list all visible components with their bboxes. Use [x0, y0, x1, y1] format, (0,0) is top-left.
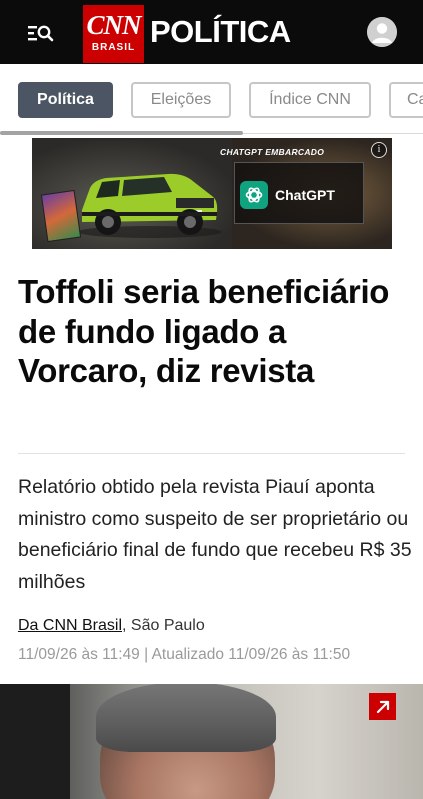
expand-photo-button[interactable]: [369, 693, 396, 720]
menu-search-button[interactable]: [28, 20, 62, 46]
car-image: [78, 173, 222, 238]
section-tabs: Política Eleições Índice CNN Ca: [0, 64, 423, 136]
user-avatar-button[interactable]: [367, 17, 397, 47]
article-dateline: 11/09/26 às 11:49 | Atualizado 11/09/26 …: [18, 646, 351, 663]
tab-indice-cnn[interactable]: Índice CNN: [249, 82, 371, 118]
tab-eleicoes[interactable]: Eleições: [131, 82, 231, 118]
ad-info-icon[interactable]: i: [371, 142, 387, 158]
tab-politica[interactable]: Política: [18, 82, 113, 118]
article-headline: Toffoli seria beneficiário de fundo liga…: [18, 273, 390, 389]
ad-tagline: CHATGPT EMBARCADO: [220, 147, 325, 157]
section-title[interactable]: POLÍTICA: [150, 12, 291, 52]
byline-location: , São Paulo: [122, 617, 205, 634]
expand-arrow-icon: [376, 700, 389, 713]
logo-main-text: CNN: [86, 10, 141, 40]
headline-divider: [18, 453, 405, 454]
article-summary: Relatório obtido pela revista Piauí apon…: [18, 476, 412, 593]
book-image: [40, 189, 82, 243]
user-icon: [367, 17, 397, 47]
chatgpt-cta-button[interactable]: ChatGPT: [240, 178, 358, 212]
menu-search-icon: [28, 25, 54, 42]
chatgpt-logo-icon: [240, 181, 268, 209]
tabs-scroll-indicator[interactable]: [0, 131, 243, 135]
logo-sub-text: BRASIL: [91, 42, 136, 53]
top-header: CNN BRASIL POLÍTICA: [0, 0, 423, 64]
chatgpt-label: ChatGPT: [275, 187, 335, 203]
byline-source-link[interactable]: Da CNN Brasil: [18, 617, 122, 634]
cnn-brasil-logo[interactable]: CNN BRASIL: [83, 5, 144, 63]
article-byline: Da CNN Brasil, São Paulo: [18, 617, 205, 635]
photo-subject-hair: [96, 684, 276, 752]
advertisement-banner[interactable]: CHATGPT EMBARCADO ChatGPT i: [32, 138, 392, 249]
article-photo[interactable]: [0, 684, 423, 799]
tab-partial[interactable]: Ca: [389, 82, 423, 118]
photo-background-dark: [0, 684, 70, 799]
